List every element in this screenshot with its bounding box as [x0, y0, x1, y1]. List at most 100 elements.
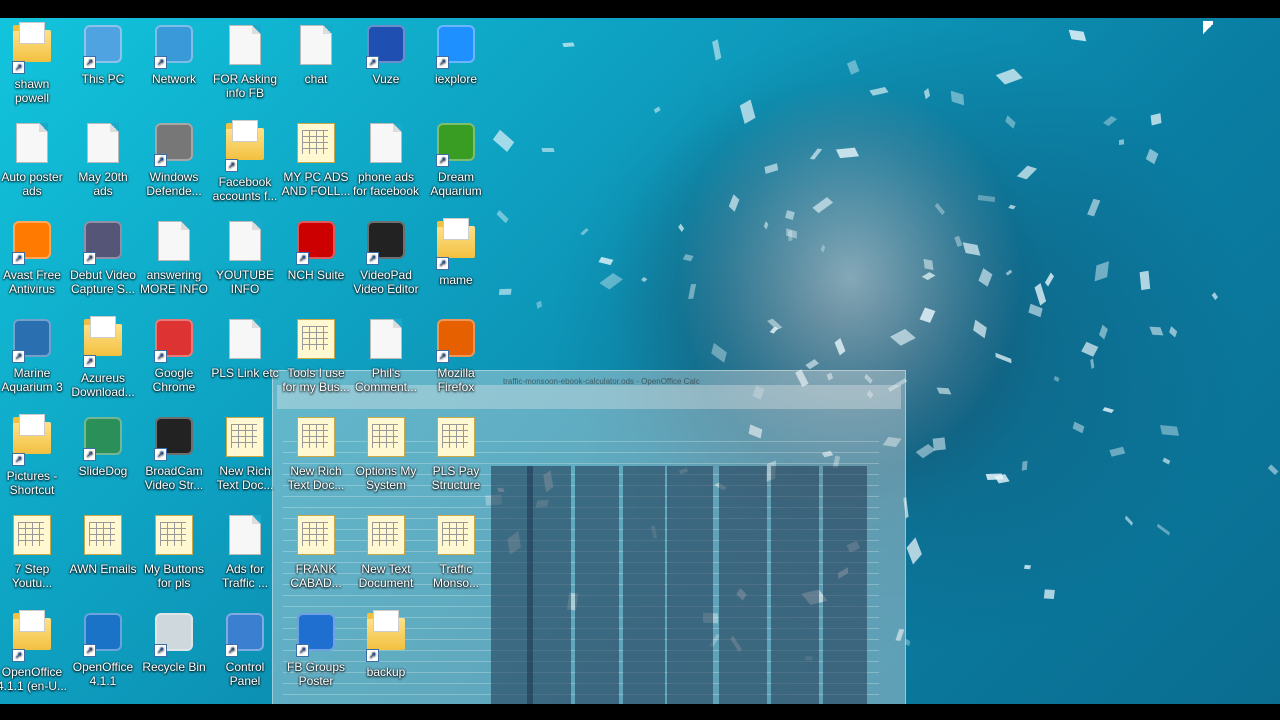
- desktop-icon-youtube-info[interactable]: YOUTUBE INFO: [209, 218, 281, 296]
- desktop-icon-new-rich-text-doc[interactable]: New Rich Text Doc...: [209, 414, 281, 492]
- desktop-icon-label: Phil's Comment...: [354, 366, 417, 394]
- desktop-icon-label: My Buttons for pls: [143, 562, 205, 590]
- wallpaper-shard: [1005, 114, 1016, 128]
- desktop-icon-recycle-bin[interactable]: ↗ Recycle Bin: [138, 610, 210, 674]
- desktop-icon-marine-aquarium-3[interactable]: ↗ Marine Aquarium 3: [0, 316, 68, 394]
- spreadsheet-icon: [294, 417, 338, 461]
- desktop-icon-frank-cabad[interactable]: FRANK CABAD...: [280, 512, 352, 590]
- desktop-icon-options-my-system[interactable]: Options My System: [350, 414, 422, 492]
- wallpaper-shard: [579, 227, 589, 236]
- desktop-icon-backup[interactable]: ↗ backup: [350, 610, 422, 679]
- app-openoffice-icon: ↗: [81, 613, 125, 657]
- shortcut-arrow-icon: ↗: [436, 350, 449, 363]
- document-icon: [223, 25, 267, 69]
- wallpaper-shard: [498, 288, 512, 296]
- desktop-icon-ads-for-traffic[interactable]: Ads for Traffic ...: [209, 512, 281, 590]
- desktop-icon-debut-video-capture-s[interactable]: ↗ Debut Video Capture S...: [67, 218, 139, 296]
- desktop-icon-my-buttons-for-pls[interactable]: My Buttons for pls: [138, 512, 210, 590]
- wallpaper-shard: [682, 253, 694, 262]
- desktop-icon-dream-aquarium[interactable]: ↗ Dream Aquarium: [420, 120, 492, 198]
- desktop-icon-7-step-youtu[interactable]: 7 Step Youtu...: [0, 512, 68, 590]
- desktop-icon-label: Traffic Monso...: [432, 562, 480, 590]
- desktop-icon-vuze[interactable]: ↗ Vuze: [350, 22, 422, 86]
- desktop-icon-this-pc[interactable]: ↗ This PC: [67, 22, 139, 86]
- desktop-icon-new-text-document[interactable]: New Text Document: [350, 512, 422, 590]
- desktop-icon-control-panel[interactable]: ↗ Control Panel: [209, 610, 281, 688]
- desktop-icon-openoffice-4-1-1[interactable]: ↗ OpenOffice 4.1.1: [67, 610, 139, 688]
- desktop-icon-pls-link-etc[interactable]: PLS Link etc: [209, 316, 281, 380]
- wallpaper-shard: [1028, 303, 1043, 318]
- wallpaper-shard: [1072, 421, 1084, 433]
- spreadsheet-icon: [223, 417, 267, 461]
- sheet-column: [823, 466, 867, 704]
- desktop-icon-pls-pay-structure[interactable]: PLS Pay Structure: [420, 414, 492, 492]
- document-icon: [364, 123, 408, 167]
- desktop-icon-for-asking-info-fb[interactable]: FOR Asking info FB: [209, 22, 281, 100]
- desktop-icon-phil-s-comment[interactable]: Phil's Comment...: [350, 316, 422, 394]
- desktop-icon-mozilla-firefox[interactable]: ↗ Mozilla Firefox: [420, 316, 492, 394]
- calc-window-title: traffic-monsoon-ebook-calculator.ods - O…: [503, 377, 700, 386]
- desktop-icon-shawn-powell[interactable]: ↗ shawn powell: [0, 22, 68, 105]
- shortcut-arrow-icon: ↗: [154, 448, 167, 461]
- desktop-icon-fb-groups-poster[interactable]: ↗ FB Groups Poster: [280, 610, 352, 688]
- document-icon: [223, 319, 267, 363]
- spreadsheet-icon: [294, 123, 338, 167]
- wallpaper-shard: [962, 242, 981, 256]
- desktop-icon-label: New Text Document: [358, 562, 414, 590]
- desktop-icon-google-chrome[interactable]: ↗ Google Chrome: [138, 316, 210, 394]
- desktop-icon-slidedog[interactable]: ↗ SlideDog: [67, 414, 139, 478]
- desktop-icon-network[interactable]: ↗ Network: [138, 22, 210, 86]
- desktop-icon-iexplore[interactable]: ↗ iexplore: [420, 22, 492, 86]
- desktop-icon-answering-more-info[interactable]: answering MORE INFO: [138, 218, 210, 296]
- shortcut-arrow-icon: ↗: [12, 61, 25, 74]
- folder-icon: ↗: [81, 316, 125, 368]
- desktop-icon-auto-poster-ads[interactable]: Auto poster ads: [0, 120, 68, 198]
- desktop-icon-my-pc-ads-and-foll[interactable]: MY PC ADS AND FOLL...: [280, 120, 352, 198]
- desktop-icon-tools-i-use-for-my-bus[interactable]: Tools I use for my Bus...: [280, 316, 352, 394]
- wallpaper-shard: [1021, 460, 1028, 471]
- wallpaper-shard: [1068, 29, 1087, 41]
- desktop-icon-avast-free-antivirus[interactable]: ↗ Avast Free Antivirus: [0, 218, 68, 296]
- wallpaper-shard: [1053, 375, 1060, 383]
- desktop-icon-pictures-shortcut[interactable]: ↗ Pictures - Shortcut: [0, 414, 68, 497]
- app-ie-icon: ↗: [434, 25, 478, 69]
- desktop-icon-videopad-video-editor[interactable]: ↗ VideoPad Video Editor: [350, 218, 422, 296]
- wallpaper-shard: [1103, 116, 1117, 127]
- shortcut-arrow-icon: ↗: [12, 453, 25, 466]
- desktop-icon-new-rich-text-doc[interactable]: New Rich Text Doc...: [280, 414, 352, 492]
- shortcut-arrow-icon: ↗: [83, 56, 96, 69]
- desktop-icon-mame[interactable]: ↗ mame: [420, 218, 492, 287]
- wallpaper-shard: [973, 320, 988, 339]
- desktop-icon-azureus-download[interactable]: ↗ Azureus Download...: [67, 316, 139, 399]
- desktop-icon-facebook-accounts-f[interactable]: ↗ Facebook accounts f...: [209, 120, 281, 203]
- wallpaper-shard: [923, 258, 934, 271]
- wallpaper-shard: [805, 358, 819, 369]
- document-icon: [294, 25, 338, 69]
- bottom-letterbox: [0, 704, 1280, 720]
- desktop-icon-label: phone ads for facebook: [352, 170, 420, 198]
- app-film-icon: ↗: [81, 221, 125, 265]
- desktop-icon-may-20th-ads[interactable]: May 20th ads: [67, 120, 139, 198]
- desktop-icon-traffic-monso[interactable]: Traffic Monso...: [420, 512, 492, 590]
- wallpaper-shard: [1109, 446, 1126, 458]
- app-chrome-icon: ↗: [152, 319, 196, 363]
- spreadsheet-icon: [294, 515, 338, 559]
- desktop-icon-openoffice-4-1-1-en-u[interactable]: ↗ OpenOffice 4.1.1 (en-U...: [0, 610, 68, 693]
- desktop-icon-chat[interactable]: chat: [280, 22, 352, 86]
- desktop-icon-phone-ads-for-facebook[interactable]: phone ads for facebook: [350, 120, 422, 198]
- shortcut-arrow-icon: ↗: [225, 159, 238, 172]
- wallpaper-shard: [869, 87, 889, 97]
- wallpaper-shard: [1140, 270, 1151, 291]
- shortcut-arrow-icon: ↗: [83, 252, 96, 265]
- wallpaper-shard: [1016, 165, 1037, 179]
- desktop-icon-nch-suite[interactable]: ↗ NCH Suite: [280, 218, 352, 282]
- desktop[interactable]: traffic-monsoon-ebook-calculator.ods - O…: [0, 18, 1280, 704]
- wallpaper-shard: [640, 277, 648, 283]
- desktop-icon-broadcam-video-str[interactable]: ↗ BroadCam Video Str...: [138, 414, 210, 492]
- desktop-icon-label: Google Chrome: [152, 366, 196, 394]
- desktop-icon-awn-emails[interactable]: AWN Emails: [67, 512, 139, 576]
- desktop-icon-windows-defende[interactable]: ↗ Windows Defende...: [138, 120, 210, 198]
- wallpaper-shard: [812, 197, 834, 214]
- folder-icon: ↗: [364, 610, 408, 662]
- desktop-icon-label: chat: [304, 72, 328, 86]
